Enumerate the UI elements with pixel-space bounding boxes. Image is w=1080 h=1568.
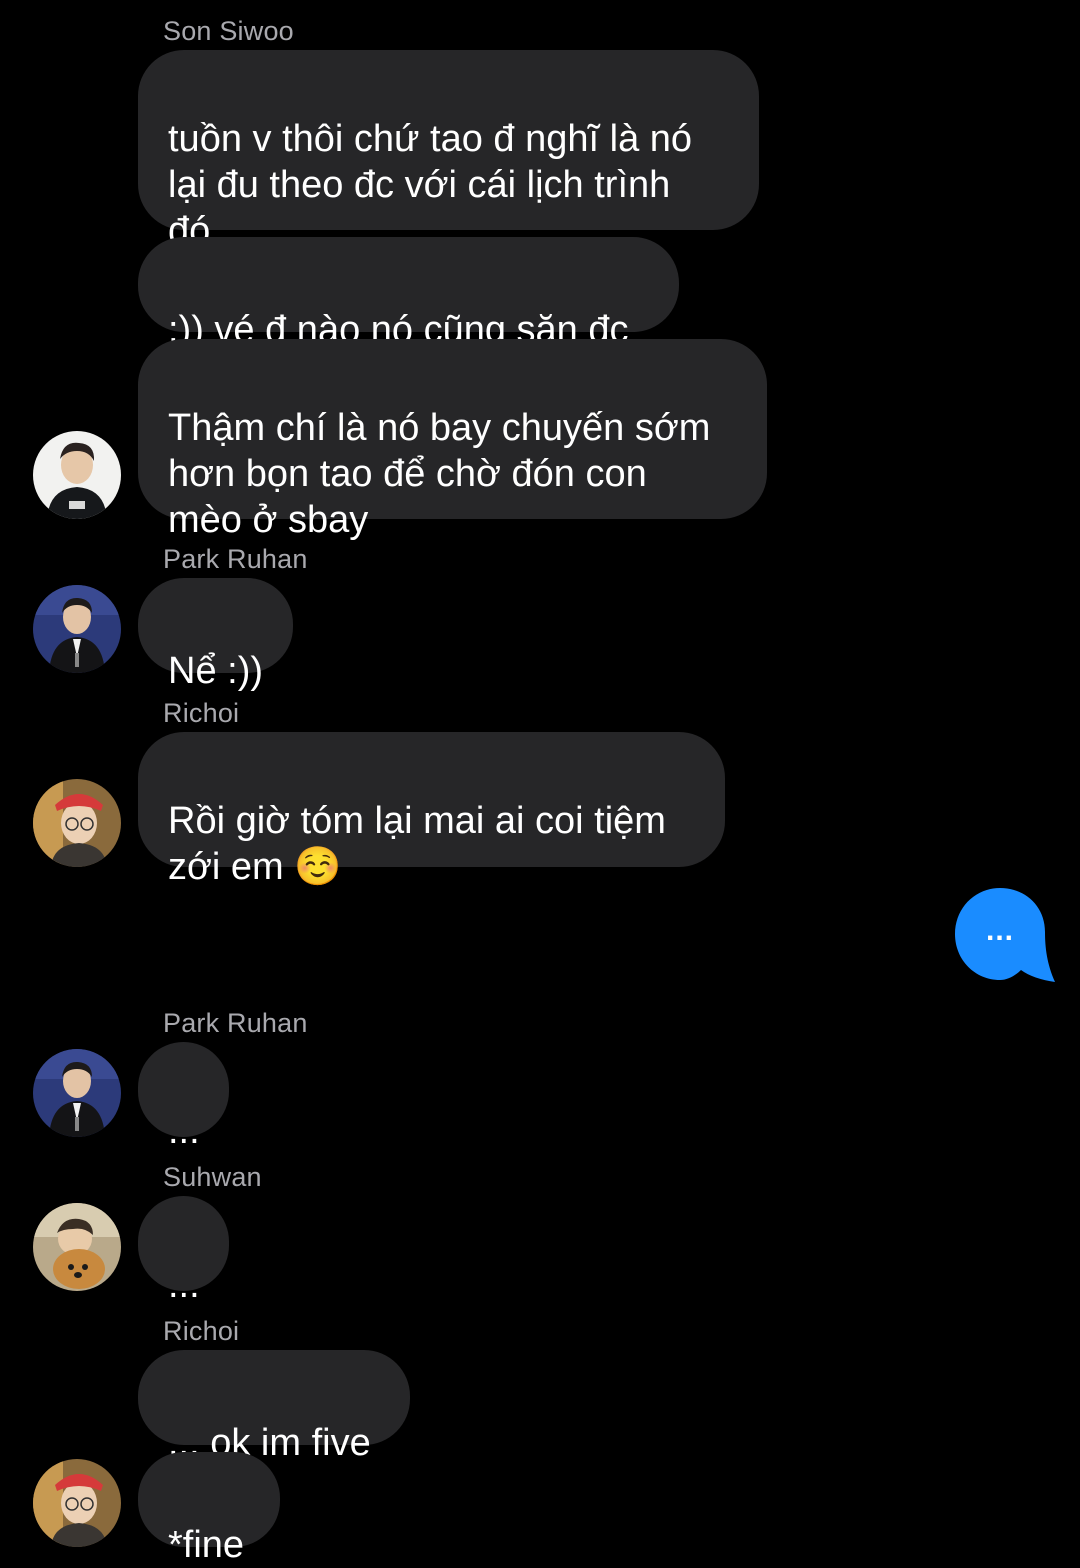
richoi-avatar[interactable] — [33, 1459, 121, 1547]
bubble-tail — [124, 837, 164, 867]
message-bubble[interactable]: tuồn v thôi chứ tao đ nghĩ là nó lại đu … — [138, 50, 759, 252]
richoi-avatar[interactable] — [33, 779, 121, 867]
park-ruhan-avatar[interactable] — [33, 585, 121, 673]
sender-name-park-ruhan: Park Ruhan — [163, 1008, 308, 1038]
sender-name-richoi: Richoi — [163, 1316, 240, 1346]
chat-thread: Son Siwoo tuồn v thôi chứ tao đ nghĩ là … — [0, 0, 1080, 1566]
outgoing-message-text: ... — [985, 914, 1014, 947]
message-text: ... — [168, 1264, 200, 1306]
message-bubble[interactable]: Thậm chí là nó bay chuyến sớm hơn bọn ta… — [138, 339, 767, 541]
message-bubble[interactable]: *fine — [138, 1452, 280, 1566]
suhwan-avatar[interactable] — [33, 1203, 121, 1291]
son-siwoo-avatar[interactable] — [33, 431, 121, 519]
message-bubble[interactable]: ... — [138, 1042, 229, 1152]
sender-name-park-ruhan: Park Ruhan — [163, 544, 308, 574]
sender-name-richoi: Richoi — [163, 698, 240, 728]
bubble-tail — [124, 489, 164, 519]
message-text: ... — [168, 1110, 200, 1152]
message-text: tuồn v thôi chứ tao đ nghĩ là nó lại đu … — [168, 118, 693, 252]
message-bubble[interactable]: :)) vé đ nào nó cũng săn đc — [138, 237, 679, 351]
bubble-tail — [124, 643, 164, 673]
message-bubble[interactable]: ... — [138, 1196, 229, 1306]
message-text: Thậm chí là nó bay chuyến sớm hơn bọn ta… — [168, 407, 711, 541]
bubble-tail — [124, 1517, 164, 1547]
message-bubble[interactable]: Rồi giờ tóm lại mai ai coi tiệm zới em ☺… — [138, 732, 725, 888]
sender-name-suhwan: Suhwan — [163, 1162, 262, 1192]
outgoing-message-bubble[interactable]: ... — [955, 888, 1055, 982]
bubble-tail — [124, 1107, 164, 1137]
message-text: Rồi giờ tóm lại mai ai coi tiệm zới em ☺… — [168, 800, 666, 888]
bubble-tail — [124, 1261, 164, 1291]
message-text: Nể :)) — [168, 650, 263, 692]
sender-name-son-siwoo: Son Siwoo — [163, 16, 294, 46]
message-bubble[interactable]: ... ok im five — [138, 1350, 410, 1464]
message-bubble[interactable]: Nể :)) — [138, 578, 293, 692]
park-ruhan-avatar[interactable] — [33, 1049, 121, 1137]
